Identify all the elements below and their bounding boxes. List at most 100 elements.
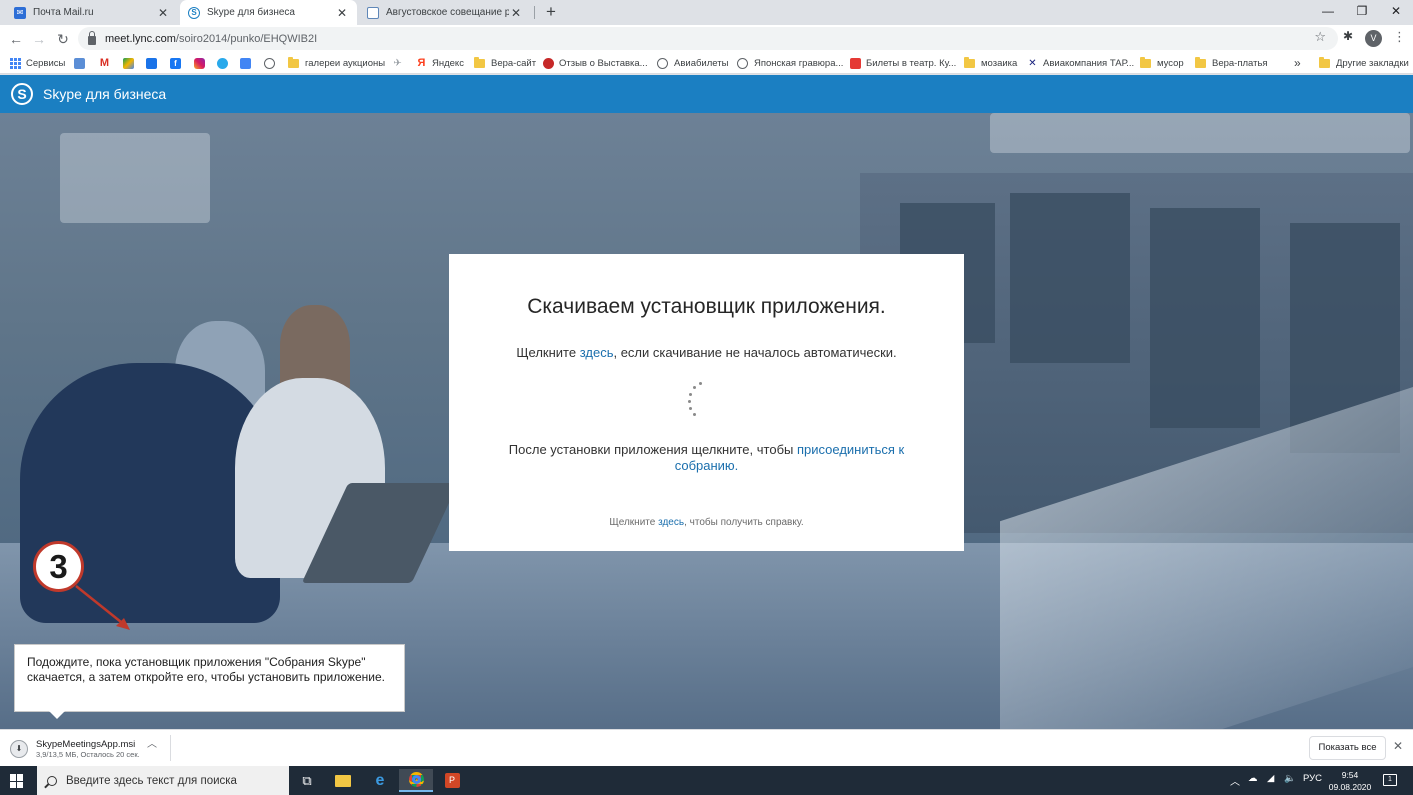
bookmarks-overflow-button[interactable]: » [1294,55,1301,71]
onedrive-icon[interactable]: ☁ [1248,773,1258,784]
lock-icon [88,30,96,45]
background-shelf [1010,193,1130,363]
bookmark-otzovik[interactable]: Отзыв о Выставка... [543,55,648,71]
close-tab-icon[interactable]: ✕ [509,6,523,20]
folder-icon [1319,56,1330,68]
bookmark-label: Билеты в театр. Ку... [866,57,957,69]
tab-strip: ✉ Почта Mail.ru ✕ S Skype для бизнеса ✕ … [0,0,1413,25]
download-dialog: Скачиваем установщик приложения. Щелкнит… [449,254,964,551]
network-icon[interactable]: ◢ [1267,773,1274,784]
windows-start-icon[interactable] [10,774,24,788]
edge-icon[interactable]: e [363,769,397,792]
bookmark-label: галереи аукционы [305,57,386,69]
bookmark-instagram[interactable] [194,55,210,71]
task-view-icon[interactable]: ⧉ [290,769,324,792]
bookmark-finder[interactable] [74,55,90,71]
bookmark-drive[interactable] [123,55,139,71]
bookmark-services[interactable]: Сервисы [10,55,65,71]
manual-download-link[interactable]: здесь [580,345,614,360]
close-tab-icon[interactable]: ✕ [335,6,349,20]
help-link[interactable]: здесь [658,517,684,528]
close-window-button[interactable]: ✕ [1379,0,1413,25]
bookmark-yandex[interactable]: Я Яндекс [416,55,464,71]
bookmark-label: Вера-платья [1212,57,1268,69]
gmail-icon: M [99,57,110,69]
show-all-downloads-button[interactable]: Показать все [1309,736,1386,760]
chrome-icon[interactable] [399,769,433,792]
minimize-button[interactable]: — [1311,0,1345,25]
back-button[interactable]: ← [6,29,26,49]
download-item[interactable]: ⬇ SkypeMeetingsApp.msi 3,9/13,5 МБ, Оста… [10,736,170,762]
bookmark-label: мусор [1157,57,1184,69]
bookmark-aviatickets[interactable]: Авиабилеты [657,55,728,71]
bookmark-japanese-print[interactable]: Японская гравюра... [737,55,843,71]
skype-icon: S [188,6,200,19]
bookmark-trash[interactable]: мусор [1140,55,1184,71]
menu-icon[interactable]: ⋮ [1393,29,1406,45]
bookmark-theatre[interactable]: Билеты в театр. Ку... [850,55,956,71]
tab-document[interactable]: Августовское совещание работ ✕ [359,0,531,25]
folder-icon [474,56,485,68]
input-language[interactable]: РУС [1303,773,1322,784]
other-bookmarks[interactable]: Другие закладки [1319,55,1409,71]
document-icon [367,6,379,19]
system-clock[interactable]: 9:54 09.08.2020 [1326,769,1374,793]
folder-icon [1195,56,1206,68]
bookmark-gmail[interactable]: M [99,55,115,71]
address-bar[interactable]: meet.lync.com/soiro2014/punko/EHQWIB2I ☆ [78,27,1338,50]
bookmark-globe[interactable] [264,55,281,71]
url-text: meet.lync.com/soiro2014/punko/EHQWIB2I [105,33,317,45]
bookmark-star-icon[interactable]: ☆ [1314,29,1326,45]
manual-download-text: Щелкните здесь, если скачивание не начал… [449,345,964,360]
tab-title: Августовское совещание работ [386,7,509,18]
bookmark-vera-site[interactable]: Вера-сайт [474,55,536,71]
close-tab-icon[interactable]: ✕ [156,6,170,20]
docs-icon [240,57,251,69]
clock-date: 09.08.2020 [1328,782,1372,792]
taskbar-search[interactable]: Введите здесь текст для поиска [37,766,289,795]
tab-skype[interactable]: S Skype для бизнеса ✕ [180,0,357,25]
bookmark-contacts[interactable] [146,55,162,71]
powerpoint-icon[interactable]: P [435,769,469,792]
url-host: meet.lync.com [105,32,176,45]
bookmark-vera-dresses[interactable]: Вера-платья [1195,55,1268,71]
manual-download-suffix: , если скачивание не началось автоматиче… [613,345,897,360]
new-tab-button[interactable]: + [541,2,561,22]
bookmark-telegram[interactable] [217,55,233,71]
reload-button[interactable]: ↻ [53,29,73,49]
bookmark-label: Яндекс [432,57,464,69]
close-download-shelf-icon[interactable]: ✕ [1393,739,1403,753]
tab-separator [534,6,535,19]
bookmark-facebook[interactable]: f [170,55,186,71]
chevron-up-icon[interactable]: ︿ [147,735,157,750]
file-explorer-icon[interactable] [326,769,360,792]
notification-center-icon[interactable]: 1 [1383,774,1397,786]
volume-icon[interactable]: 🔈 [1284,773,1296,784]
ticket-icon [850,57,861,69]
bookmark-airline[interactable]: ✕ Авиакомпания ТАР... [1027,55,1134,71]
profile-avatar[interactable]: V [1365,30,1382,47]
step-arrow-icon [75,585,130,630]
search-icon [47,775,57,786]
bookmark-mosaic[interactable]: мозаика [964,55,1017,71]
tab-mail[interactable]: ✉ Почта Mail.ru ✕ [6,0,178,25]
bookmark-feather[interactable]: ✈ [392,55,408,71]
divider [170,735,171,761]
manual-download-prefix: Щелкните [516,345,580,360]
restore-button[interactable]: ❐ [1345,0,1379,25]
airline-icon: ✕ [1028,57,1037,69]
download-status: 3,9/13,5 МБ, Осталось 20 сек. [36,750,140,759]
folder-icon [964,56,975,68]
join-meeting-prefix: После установки приложения щелкните, что… [508,442,797,457]
forward-button[interactable]: → [29,29,49,49]
extensions-icon[interactable]: ✱ [1343,29,1353,43]
bookmark-galleries[interactable]: галереи аукционы [288,55,385,71]
globe-icon [657,57,668,69]
bookmark-docs[interactable] [240,55,256,71]
tray-expand-icon[interactable]: ︿ [1230,773,1240,788]
bookmark-label: мозаика [981,57,1018,69]
telegram-icon [217,57,228,69]
join-meeting-text: После установки приложения щелкните, что… [499,442,914,474]
instruction-callout: Подождите, пока установщик приложения "С… [14,644,405,719]
bookmark-label: Авиабилеты [674,57,729,69]
